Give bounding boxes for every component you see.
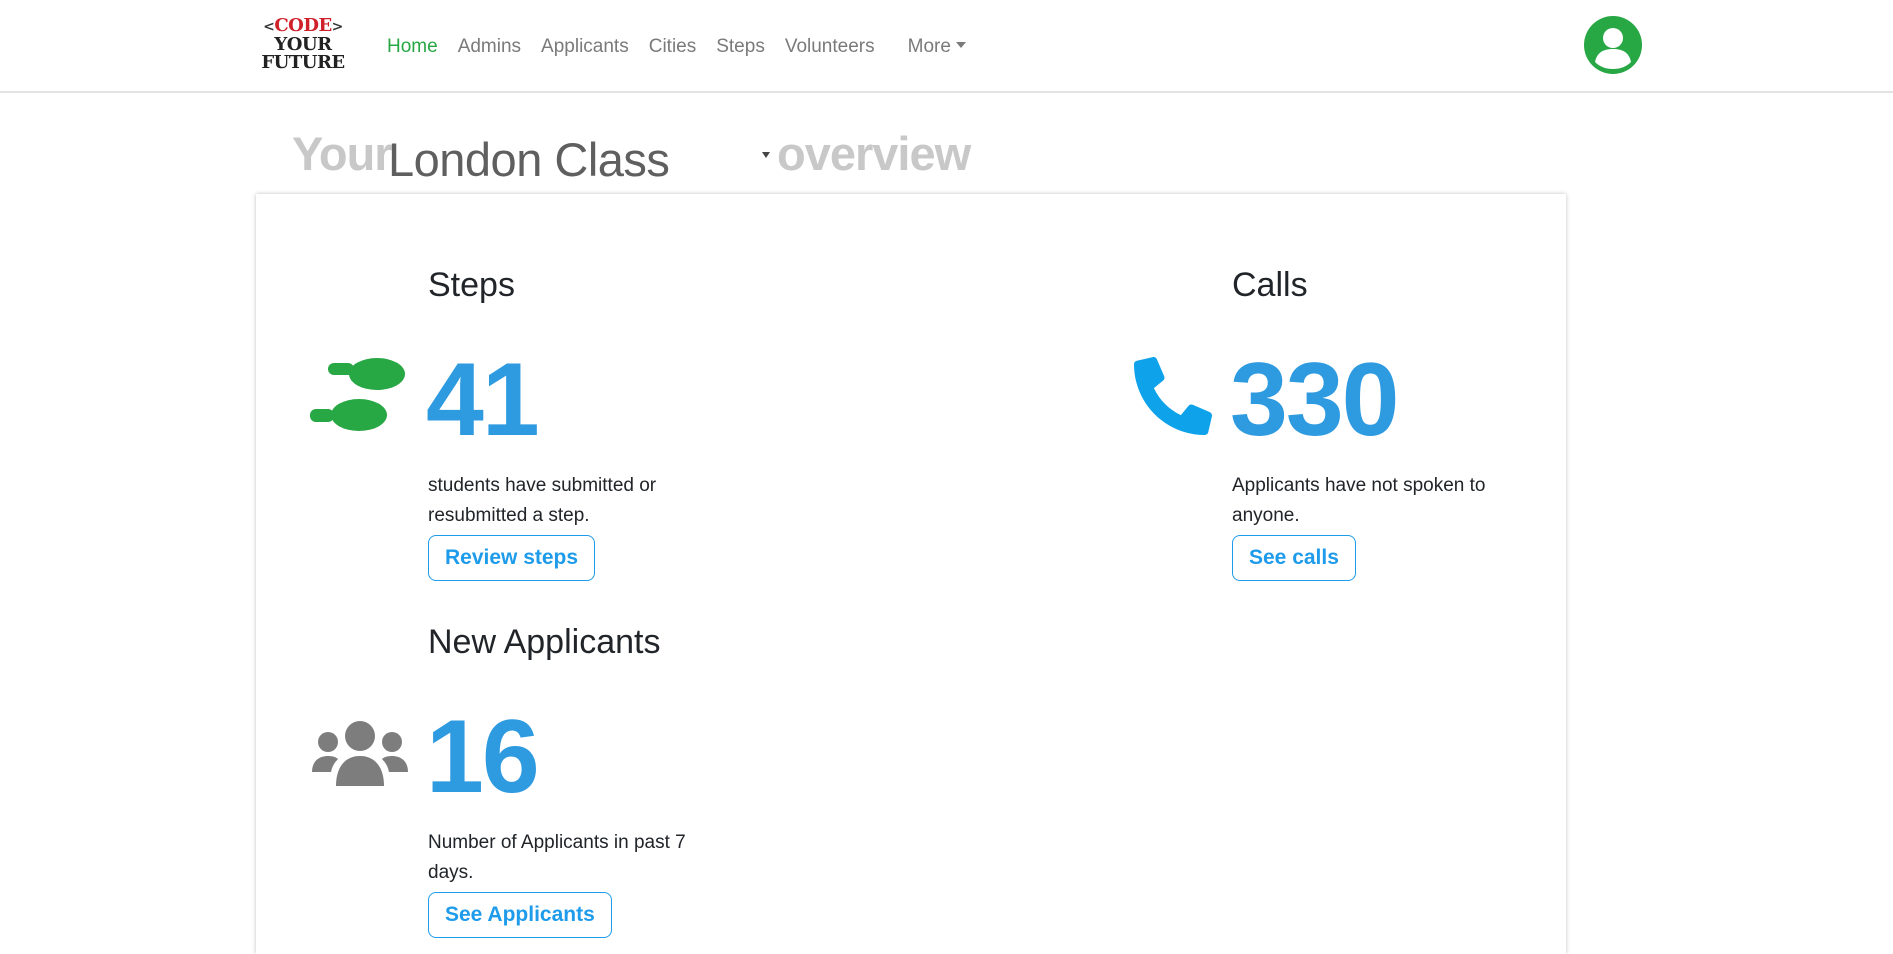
calls-count: 330 xyxy=(1230,342,1400,458)
steps-count: 41 xyxy=(426,342,540,458)
steps-description: students have submitted or resubmitted a… xyxy=(428,475,657,526)
nav-steps[interactable]: Steps xyxy=(716,36,765,58)
heading-suffix: overview xyxy=(777,127,971,180)
class-select-value: London Class xyxy=(388,133,670,186)
nav-volunteers[interactable]: Volunteers xyxy=(785,36,875,58)
review-steps-button[interactable]: Review steps xyxy=(428,535,596,581)
user-avatar-icon xyxy=(1595,28,1631,69)
users-group-icon xyxy=(312,721,408,786)
nav-home[interactable]: Home xyxy=(387,36,438,58)
page-heading: Your London Class overview xyxy=(292,120,1092,186)
user-avatar-button[interactable] xyxy=(1584,16,1642,74)
footsteps-icon xyxy=(310,358,405,431)
phone-icon xyxy=(1134,357,1212,435)
heading-prefix: Your xyxy=(292,127,393,180)
calls-description: Applicants have not spoken to anyone. xyxy=(1232,475,1486,526)
nav-links: Home Admins Applicants Cities Steps Volu… xyxy=(387,33,966,61)
top-navbar: <CODE> YOUR FUTURE Home Admins Applicant… xyxy=(0,0,1893,93)
nav-more-label: More xyxy=(907,36,951,57)
nav-more-dropdown[interactable]: More xyxy=(908,36,966,58)
caret-down-icon xyxy=(955,42,966,48)
logo-bracket-close: > xyxy=(331,19,344,35)
nav-applicants[interactable]: Applicants xyxy=(541,36,629,58)
steps-title: Steps xyxy=(428,266,515,304)
nav-cities[interactable]: Cities xyxy=(649,36,697,58)
applicants-title: New Applicants xyxy=(428,623,661,661)
see-applicants-button[interactable]: See Applicants xyxy=(428,892,612,938)
code-your-future-logo[interactable]: <CODE> YOUR FUTURE xyxy=(257,17,349,73)
class-select[interactable]: London Class xyxy=(388,128,768,186)
applicants-count: 16 xyxy=(426,699,540,815)
select-arrow-icon xyxy=(762,152,770,158)
logo-bracket-open: < xyxy=(263,19,275,35)
nav-admins[interactable]: Admins xyxy=(458,36,521,58)
see-calls-button[interactable]: See calls xyxy=(1232,535,1356,581)
logo-code-text: CODE xyxy=(274,15,332,36)
overview-card: Steps 41 students have submitted or resu… xyxy=(256,194,1566,954)
calls-title: Calls xyxy=(1232,266,1308,304)
logo-future-text: FUTURE xyxy=(261,52,345,73)
applicants-description: Number of Applicants in past 7 days. xyxy=(428,832,686,883)
